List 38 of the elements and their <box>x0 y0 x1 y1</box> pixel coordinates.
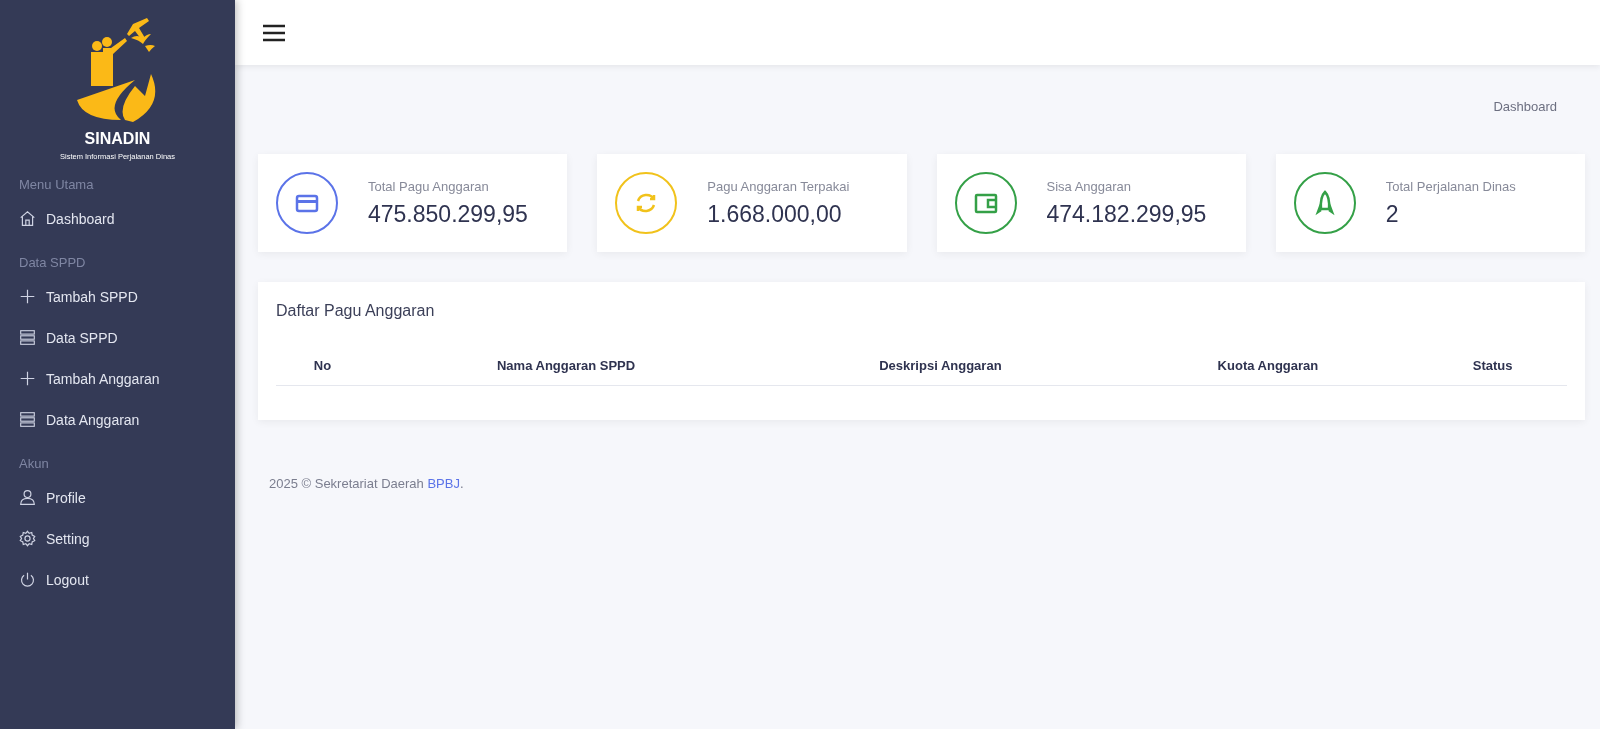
user-icon <box>19 489 36 506</box>
menu-heading: Akun <box>18 456 50 471</box>
stat-value: 1.668.000,00 <box>707 200 843 228</box>
stat-value: 2 <box>1385 200 1400 228</box>
sidebar-item[interactable]: Dashboard <box>0 198 235 239</box>
plus-icon <box>19 288 36 305</box>
stat-value: 475.850.299,95 <box>368 200 528 228</box>
sidebar-item[interactable]: Tambah Anggaran <box>0 358 235 399</box>
stat-label: Total Pagu Anggaran <box>368 178 490 194</box>
stat-label: Total Perjalanan Dinas <box>1385 178 1516 194</box>
breadcrumb[interactable]: Dashboard <box>1493 99 1557 114</box>
sidebar-item[interactable]: Tambah SPPD <box>0 276 235 317</box>
card-title: Daftar Pagu Anggaran <box>276 302 436 320</box>
list-icon <box>19 329 36 346</box>
sidebar-item[interactable]: Logout <box>0 559 235 600</box>
sidebar-item[interactable]: Data Anggaran <box>0 399 235 440</box>
menu-heading: Menu Utama <box>18 177 95 192</box>
column-header: Status <box>1418 346 1567 386</box>
footer-link[interactable]: BPBJ <box>427 476 460 491</box>
footer-text: 2025 © Sekretariat Daerah BPBJ. <box>269 476 465 491</box>
sidebar-item[interactable]: Profile <box>0 477 235 518</box>
sidebar-item[interactable]: Setting <box>0 518 235 559</box>
column-header: No <box>276 346 369 386</box>
brand-title: SINADIN <box>84 130 151 148</box>
list-icon <box>19 411 36 428</box>
stat-value: 474.182.299,95 <box>1046 200 1207 228</box>
menu-heading: Data SPPD <box>18 255 87 270</box>
power-icon <box>19 571 36 588</box>
sidebar-item[interactable]: Data SPPD <box>0 317 235 358</box>
column-header: Kuota Anggaran <box>1117 346 1419 386</box>
plus-icon <box>19 370 36 387</box>
stat-label: Pagu Anggaran Terpakai <box>707 178 850 194</box>
column-header: Deskripsi Anggaran <box>763 346 1118 386</box>
home-icon <box>19 210 36 227</box>
stat-label: Sisa Anggaran <box>1046 178 1133 194</box>
settings-icon <box>19 530 36 547</box>
menu-icon[interactable] <box>263 23 285 42</box>
column-header: Nama Anggaran SPPD <box>369 346 764 386</box>
